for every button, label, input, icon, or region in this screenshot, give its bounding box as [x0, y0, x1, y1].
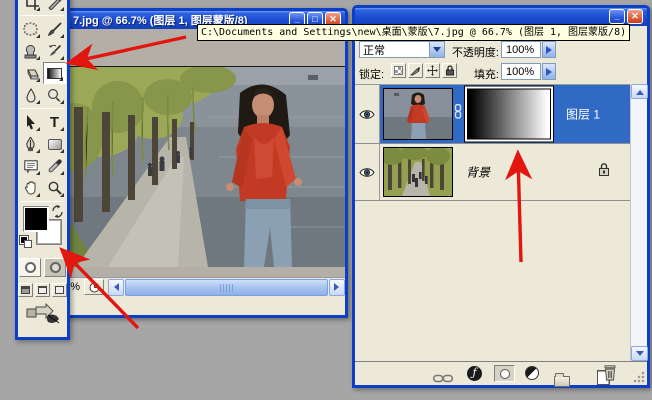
- blend-mode-value: 正常: [360, 42, 429, 58]
- lock-position-button[interactable]: [425, 63, 440, 78]
- minimize-button[interactable]: _: [609, 9, 625, 24]
- photo-scene: [58, 67, 345, 267]
- pen-tool[interactable]: [19, 133, 42, 155]
- eye-icon: [359, 109, 375, 120]
- visibility-toggle[interactable]: [355, 144, 380, 200]
- dodge-tool[interactable]: [43, 84, 66, 106]
- horizontal-scrollbar[interactable]: [108, 279, 345, 296]
- path-tooltip: C:\Documents and Settings\new\桌面\蒙版\7.jp…: [197, 24, 630, 41]
- quick-mask-mode-button[interactable]: [44, 258, 66, 277]
- link-layers-icon[interactable]: [433, 370, 453, 388]
- standard-mode-button[interactable]: [19, 258, 41, 277]
- slice-tool[interactable]: [43, 0, 66, 13]
- notes-tool[interactable]: [19, 155, 42, 177]
- layers-panel: 正常 不透明度: 100% 锁定: 填充: 100%: [355, 26, 647, 385]
- shape-tool[interactable]: [43, 133, 66, 155]
- jump-to-imageready-icon[interactable]: [26, 303, 60, 330]
- lock-icon: [598, 163, 610, 182]
- chevron-down-icon[interactable]: [429, 42, 444, 57]
- rectangle-icon: [48, 139, 62, 150]
- visibility-toggle[interactable]: [355, 85, 380, 143]
- canvas-area[interactable]: 67%: [53, 29, 345, 296]
- opacity-spinner[interactable]: [542, 41, 556, 58]
- resize-grip[interactable]: [632, 370, 645, 383]
- layer-list: 图层 1 背景: [355, 84, 630, 361]
- layer-thumbnail[interactable]: [383, 147, 453, 197]
- layer-row-layer1[interactable]: 图层 1: [355, 85, 630, 144]
- hand-tool[interactable]: [19, 177, 42, 199]
- layer-style-icon[interactable]: ƒ: [467, 366, 482, 381]
- scroll-left-icon[interactable]: [108, 279, 124, 296]
- vertical-scrollbar[interactable]: [630, 84, 647, 361]
- layer-name[interactable]: 背景: [466, 164, 490, 181]
- adjustment-layer-icon[interactable]: [525, 366, 539, 380]
- foreground-color-swatch[interactable]: [23, 206, 49, 232]
- toolbox-palette: T: [15, 0, 70, 340]
- scrollbar-thumb[interactable]: [125, 279, 328, 296]
- document-window: 7.jpg @ 66.7% (图层 1, 图层蒙版/8) _ □ ✕: [50, 8, 348, 318]
- lock-label: 锁定:: [359, 66, 384, 82]
- default-colors-icon[interactable]: [20, 236, 32, 248]
- scroll-up-icon[interactable]: [631, 84, 648, 99]
- document-statusbar: 67%: [53, 277, 345, 296]
- mask-link-icon[interactable]: [454, 104, 462, 124]
- lock-transparency-button[interactable]: [391, 63, 406, 78]
- opacity-label: 不透明度:: [447, 44, 499, 60]
- layers-palette-window: _ ✕ 正常 不透明度: 100% 锁定: 填充: 100%: [352, 5, 650, 388]
- standard-screen-icon[interactable]: [18, 283, 33, 297]
- fill-label: 填充:: [463, 66, 499, 82]
- fill-spinner[interactable]: [542, 63, 556, 80]
- fill-input[interactable]: 100%: [501, 63, 541, 80]
- gradient-tool[interactable]: [43, 62, 66, 84]
- history-brush-tool[interactable]: [43, 40, 66, 62]
- zoom-tool[interactable]: [43, 177, 66, 199]
- eye-icon: [359, 167, 375, 178]
- delete-layer-icon[interactable]: [603, 365, 617, 386]
- eyedropper-tool[interactable]: [43, 155, 66, 177]
- layer-mask-thumbnail[interactable]: [465, 87, 553, 142]
- add-layer-mask-button[interactable]: [494, 365, 515, 382]
- close-button[interactable]: ✕: [627, 9, 643, 24]
- layer-name[interactable]: 图层 1: [566, 106, 600, 123]
- brush-tool[interactable]: [43, 18, 66, 40]
- path-selection-tool[interactable]: [19, 111, 42, 133]
- status-clock-icon[interactable]: [84, 279, 104, 295]
- photo-image[interactable]: [57, 66, 345, 266]
- blur-tool[interactable]: [19, 84, 42, 106]
- opacity-input[interactable]: 100%: [501, 41, 541, 58]
- eraser-tool[interactable]: [19, 62, 42, 84]
- scroll-right-icon[interactable]: [329, 279, 345, 296]
- gradient-icon: [47, 68, 62, 79]
- blend-mode-select[interactable]: 正常: [359, 41, 445, 58]
- crop-tool[interactable]: [19, 0, 42, 13]
- patch-tool[interactable]: [19, 18, 42, 40]
- color-swatches: [18, 204, 67, 254]
- lock-pixels-button[interactable]: [408, 63, 423, 78]
- type-glyph: T: [50, 114, 59, 131]
- fullscreen-menu-icon[interactable]: [35, 283, 50, 297]
- new-group-icon[interactable]: [554, 376, 570, 387]
- fullscreen-icon[interactable]: [52, 283, 67, 297]
- layers-bottombar: ƒ: [355, 361, 647, 385]
- clone-stamp-tool[interactable]: [19, 40, 42, 62]
- layer-thumbnail[interactable]: [383, 88, 453, 140]
- scroll-down-icon[interactable]: [631, 346, 648, 361]
- lock-all-button[interactable]: [442, 63, 457, 78]
- type-tool[interactable]: T: [43, 111, 66, 133]
- layer-row-background[interactable]: 背景: [355, 144, 630, 201]
